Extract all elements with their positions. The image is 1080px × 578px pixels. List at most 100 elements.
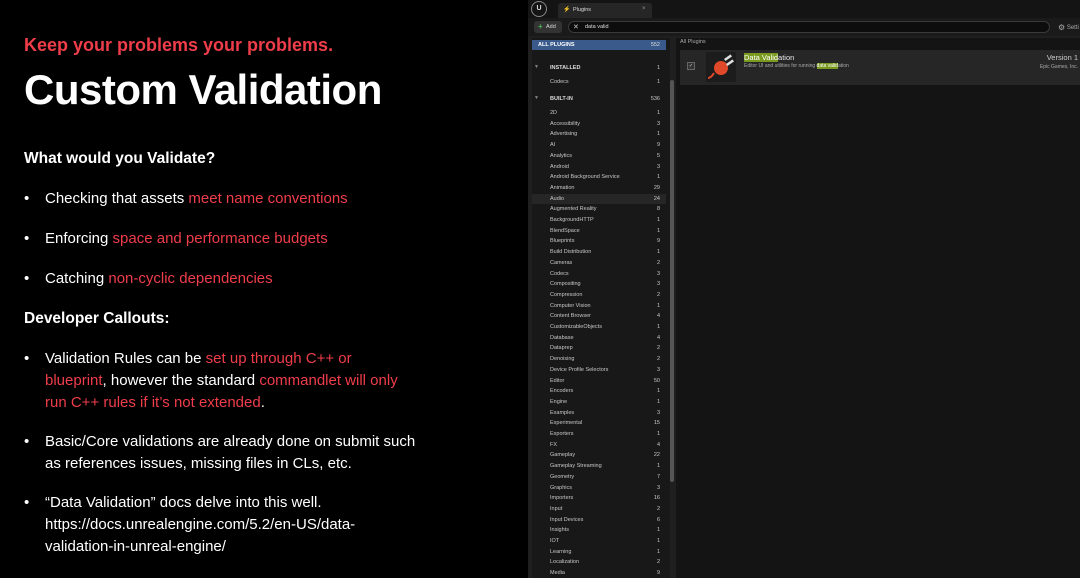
sidebar-item[interactable]: Build Distribution 1 (532, 247, 666, 257)
category-count: 3 (656, 120, 660, 127)
category-count: 7 (656, 473, 660, 480)
settings-button[interactable]: ⚙ Setti (1058, 22, 1079, 32)
sidebar-item[interactable]: Input Devices 6 (532, 515, 666, 525)
sidebar-item[interactable]: Audio 24 (532, 193, 666, 204)
category-count: 1 (656, 527, 660, 534)
sidebar-item[interactable]: Engine 1 (532, 397, 666, 407)
sidebar-item[interactable]: 2D 1 (532, 108, 666, 118)
category-count: 536 (650, 96, 660, 102)
category-count: 24 (653, 195, 660, 202)
sidebar-item[interactable]: Augmented Reality 8 (532, 204, 666, 214)
category-count: 3 (656, 484, 660, 491)
sidebar-item[interactable]: Examples 3 (532, 408, 666, 418)
sidebar-item[interactable]: Android Background Service 1 (532, 172, 666, 182)
sidebar-item-all-plugins[interactable]: ALL PLUGINS 552 (532, 40, 666, 50)
category-count: 6 (656, 516, 660, 523)
unreal-logo-icon[interactable]: U (531, 1, 547, 17)
category-name: Gameplay Streaming (550, 463, 602, 470)
sidebar-item[interactable]: Importers 16 (532, 493, 666, 503)
category-count: 1 (656, 217, 660, 223)
slide-kicker: Keep your problems your problems. (24, 35, 334, 55)
category-name: Encoders (550, 388, 574, 395)
sidebar-item[interactable]: IOT 1 (532, 536, 666, 546)
sidebar-item[interactable]: Gameplay Streaming 1 (532, 461, 666, 471)
sidebar-section-installed[interactable]: ▼ INSTALLED 1 (532, 63, 666, 73)
category-count: 16 (653, 495, 660, 502)
bullet-item: • “Data Validation” docs delve into this… (24, 492, 399, 558)
sidebar-item[interactable]: Learning 1 (532, 547, 666, 557)
sidebar-item[interactable]: Accessibility 3 (532, 119, 666, 129)
sidebar-item[interactable]: Geometry 7 (532, 472, 666, 482)
category-count: 2 (656, 559, 660, 566)
sidebar-item[interactable]: Localization 2 (532, 557, 666, 567)
plug-icon (706, 52, 736, 82)
clear-search-icon[interactable]: ✕ (573, 23, 579, 32)
add-button[interactable]: + Add (534, 21, 562, 33)
category-count: 3 (656, 163, 660, 170)
sidebar-section-builtin[interactable]: ▼ BUILT-IN 536 (532, 94, 666, 104)
category-name: BlendSpace (550, 227, 580, 234)
sidebar-item[interactable]: Media 9 (532, 568, 666, 578)
category-name: FX (550, 441, 558, 448)
sidebar-item[interactable]: Animation 29 (532, 183, 666, 193)
sidebar-item[interactable]: AI 9 (532, 140, 666, 150)
sidebar-item[interactable]: Exporters 1 (532, 429, 666, 439)
sidebar-item[interactable]: Advertising 1 (532, 129, 666, 139)
sidebar-item[interactable]: Compression 2 (532, 290, 666, 300)
sidebar-item[interactable]: CustomizableObjects 1 (532, 322, 666, 332)
tab-plugins[interactable]: ⚡ Plugins × (558, 3, 652, 18)
plugin-card-data-validation[interactable]: ✓ Data Validation Editor UI and utilitie… (680, 50, 1080, 85)
sidebar-item[interactable]: Device Profile Selectors 3 (532, 365, 666, 375)
sidebar-item[interactable]: Codecs 1 (532, 77, 666, 87)
sidebar-item[interactable]: Editor 50 (532, 376, 666, 386)
category-count: 1 (656, 548, 660, 555)
plus-icon: + (538, 22, 543, 31)
sidebar-item[interactable]: Android 3 (532, 162, 666, 172)
sidebar-item[interactable]: Cameras 2 (532, 258, 666, 268)
category-count: 1 (656, 174, 660, 181)
tab-bar: U ⚡ Plugins × (528, 0, 1080, 18)
sidebar-item[interactable]: Graphics 3 (532, 483, 666, 493)
sidebar-scrollbar[interactable] (670, 80, 674, 482)
sidebar-item[interactable]: Compositing 3 (532, 279, 666, 289)
category-name: Denoising (550, 356, 575, 363)
sidebar-item[interactable]: BlendSpace 1 (532, 226, 666, 236)
bullet-dot: • (24, 190, 30, 207)
docs-link-text: “Data Validation” docs delve into this w… (45, 494, 356, 555)
plugin-list-panel: All Plugins ✓ Data Validation Editor UI … (676, 38, 1080, 578)
sidebar-item[interactable]: Content Browser 4 (532, 311, 666, 321)
sidebar-item[interactable]: Input 2 (532, 504, 666, 514)
sidebar-item[interactable]: BackgroundHTTP 1 (532, 215, 666, 225)
category-name: Accessibility (550, 120, 580, 127)
category-count: 1 (656, 388, 660, 395)
category-name: Input Devices (550, 516, 584, 523)
bullet-dot: • (24, 433, 30, 450)
sidebar-item[interactable]: Computer Vision 1 (532, 301, 666, 311)
bullet-item: • Enforcing space and performance budget… (24, 228, 434, 250)
category-name: Importers (550, 495, 574, 502)
gear-icon: ⚙ (1058, 23, 1066, 32)
enable-checkbox[interactable]: ✓ (687, 62, 695, 70)
category-name: Analytics (550, 152, 573, 159)
sidebar-item[interactable]: Insights 1 (532, 525, 666, 535)
category-count: 3 (656, 270, 660, 277)
sidebar-item[interactable]: Dataprep 2 (532, 343, 666, 353)
sidebar-item[interactable]: Experimental 15 (532, 418, 666, 428)
sidebar-item[interactable]: Gameplay 22 (532, 450, 666, 460)
sidebar-item[interactable]: Codecs 3 (532, 269, 666, 279)
category-name: BackgroundHTTP (550, 217, 594, 223)
category-count: 5 (656, 152, 660, 159)
chevron-down-icon[interactable]: ▼ (534, 64, 539, 70)
sidebar-item[interactable]: Denoising 2 (532, 354, 666, 364)
search-input[interactable]: ✕ data valid (568, 21, 1050, 33)
chevron-down-icon[interactable]: ▼ (534, 95, 539, 101)
close-icon[interactable]: × (642, 6, 646, 12)
highlight-text: meet name conventions (188, 190, 348, 207)
sidebar-item[interactable]: FX 4 (532, 440, 666, 450)
plug-icon: ⚡ (563, 7, 571, 13)
sidebar-item[interactable]: Database 4 (532, 333, 666, 343)
sidebar-item[interactable]: Analytics 5 (532, 151, 666, 161)
sidebar-item[interactable]: Encoders 1 (532, 386, 666, 396)
sidebar-item[interactable]: Blueprints 9 (532, 236, 666, 246)
category-name: Compositing (550, 281, 581, 288)
